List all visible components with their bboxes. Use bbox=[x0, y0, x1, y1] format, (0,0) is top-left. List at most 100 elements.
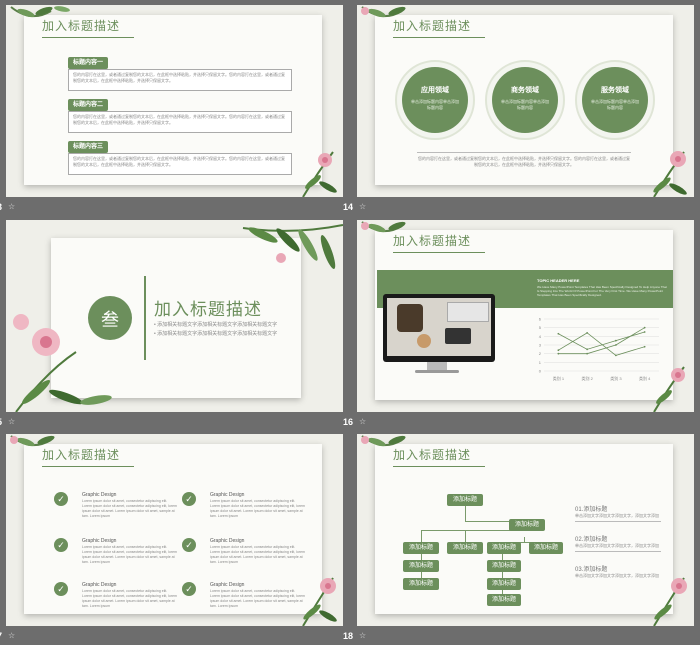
item-box: 您的内容打在这里，或者通过复制您的文本后，在此框中选择粘贴，并选择只保留文字。您… bbox=[68, 153, 292, 175]
item-box: 您的内容打在这里，或者通过复制您的文本后，在此框中选择粘贴，并选择只保留文字。您… bbox=[68, 111, 292, 133]
item-text: 您的内容打在这里，或者通过复制您的文本后，在此框中选择粘贴，并选择只保留文字。您… bbox=[73, 72, 285, 83]
flower-decoration bbox=[302, 151, 337, 197]
org-node: 添加标题 bbox=[403, 578, 439, 590]
x-tick-label: 类别 1 bbox=[553, 375, 565, 381]
org-node: 添加标题 bbox=[487, 542, 521, 554]
flower-decoration bbox=[653, 577, 687, 626]
list-item: 标题内容三 您的内容打在这里，或者通过复制您的文本后，在此框中选择粘贴，并选择只… bbox=[68, 139, 292, 181]
org-node: 添加标题 bbox=[529, 542, 563, 554]
item-box: 您的内容打在这里，或者通过复制您的文本后，在此框中选择粘贴，并选择只保留文字。您… bbox=[68, 69, 292, 91]
data-point bbox=[614, 344, 617, 346]
org-node: 添加标题 bbox=[487, 578, 521, 590]
data-point bbox=[643, 345, 646, 348]
data-point bbox=[586, 352, 589, 355]
check-icon: ✓ bbox=[54, 582, 68, 596]
data-point bbox=[557, 349, 560, 352]
circle-label: 商务领域 bbox=[511, 87, 539, 94]
item-label: 标题内容一 bbox=[68, 57, 108, 69]
data-point bbox=[557, 332, 560, 335]
org-node: 添加标题 bbox=[487, 560, 521, 572]
item-label: 标题内容三 bbox=[68, 141, 108, 153]
feature-text: Lorem ipsum dolor sit amet, consectetur … bbox=[82, 589, 177, 608]
y-tick-label: 1 bbox=[539, 360, 542, 365]
check-icon: ✓ bbox=[54, 538, 68, 552]
circle-frame: 服务领域 单击添加标题内容单击添加标题内容 bbox=[575, 60, 655, 140]
feature-label: Graphic Design bbox=[210, 582, 245, 588]
item-text: 您的内容打在这里，或者通过复制您的文本后，在此框中选择粘贴，并选择只保留文字。您… bbox=[73, 156, 285, 167]
circle-service: 服务领域 单击添加标题内容单击添加标题内容 bbox=[582, 67, 648, 133]
footnote: 您的内容打在这里，或者通过复制您的文本后，在此框中选择粘贴，并选择只保留文字。您… bbox=[418, 156, 630, 167]
data-point bbox=[643, 331, 646, 333]
check-icon: ✓ bbox=[182, 492, 196, 506]
leaf-decoration bbox=[242, 224, 343, 269]
vertical-divider bbox=[144, 276, 146, 360]
feature-label: Graphic Design bbox=[82, 538, 117, 544]
photo bbox=[387, 298, 491, 356]
flower-decoration bbox=[653, 151, 687, 197]
org-node: 添加标题 bbox=[487, 594, 521, 606]
circle-text: 单击添加标题内容单击添加标题内容 bbox=[411, 99, 459, 110]
org-node: 添加标题 bbox=[509, 519, 545, 531]
check-icon: ✓ bbox=[54, 492, 68, 506]
feature-label: Graphic Design bbox=[82, 492, 117, 498]
feature-item: ✓ Graphic Design Lorem ipsum dolor sit a… bbox=[182, 582, 305, 622]
monitor-stand bbox=[427, 362, 447, 370]
feature-text: Lorem ipsum dolor sit amet, consectetur … bbox=[210, 545, 305, 564]
y-tick-label: 2 bbox=[539, 351, 542, 356]
slide-title: 加入标题描述 bbox=[393, 17, 486, 38]
section-title: 加入标题描述 bbox=[154, 300, 262, 319]
point-item: 01.添加标题 单击添加文字添加文字添加文字，添加文字添加 bbox=[575, 504, 661, 534]
x-tick-label: 类别 3 bbox=[610, 375, 622, 381]
data-point bbox=[614, 339, 617, 342]
list-item: 标题内容二 您的内容打在这里，或者通过复制您的文本后，在此框中选择粘贴，并选择只… bbox=[68, 97, 292, 139]
item-text: 您的内容打在这里，或者通过复制您的文本后，在此框中选择粘贴，并选择只保留文字。您… bbox=[73, 114, 285, 125]
data-point bbox=[586, 348, 589, 351]
slide-title: 加入标题描述 bbox=[42, 446, 135, 467]
feature-label: Graphic Design bbox=[82, 582, 117, 588]
feature-item: ✓ Graphic Design Lorem ipsum dolor sit a… bbox=[54, 492, 177, 532]
feature-text: Lorem ipsum dolor sit amet, consectetur … bbox=[82, 545, 177, 564]
slide-title: 加入标题描述 bbox=[393, 446, 486, 467]
y-tick-label: 5 bbox=[539, 325, 542, 330]
circle-text: 单击添加标题内容单击添加标题内容 bbox=[591, 99, 639, 110]
data-point bbox=[614, 354, 617, 357]
item-label: 标题内容二 bbox=[68, 99, 108, 111]
y-tick-label: 4 bbox=[539, 334, 542, 339]
feature-item: ✓ Graphic Design Lorem ipsum dolor sit a… bbox=[182, 538, 305, 578]
y-tick-label: 6 bbox=[539, 317, 542, 322]
slide-title: 加入标题描述 bbox=[393, 232, 486, 253]
circle-frame: 应用领域 单击添加标题内容单击添加标题内容 bbox=[395, 60, 475, 140]
feature-label: Graphic Design bbox=[210, 492, 245, 498]
bullet-item: • 添加相关标题文字添加相关标题文字添加相关标题文字 bbox=[154, 322, 278, 328]
flower-decoration bbox=[653, 366, 685, 412]
data-point bbox=[557, 352, 560, 355]
circle-label: 服务领域 bbox=[601, 87, 629, 94]
circle-business: 商务领域 单击添加标题内容单击添加标题内容 bbox=[492, 67, 558, 133]
feature-item: ✓ Graphic Design Lorem ipsum dolor sit a… bbox=[182, 492, 305, 532]
feature-label: Graphic Design bbox=[210, 538, 245, 544]
list-item: 标题内容一 您的内容打在这里，或者通过复制您的文本后，在此框中选择粘贴，并选择只… bbox=[68, 55, 292, 97]
circle-label: 应用领域 bbox=[421, 87, 449, 94]
feature-item: ✓ Graphic Design Lorem ipsum dolor sit a… bbox=[54, 582, 177, 622]
org-node: 添加标题 bbox=[447, 542, 483, 554]
circle-text: 单击添加标题内容单击添加标题内容 bbox=[501, 99, 549, 110]
circle-frame: 商务领域 单击添加标题内容单击添加标题内容 bbox=[485, 60, 565, 140]
flower-decoration bbox=[13, 314, 112, 412]
data-point bbox=[643, 326, 646, 329]
header-text: We Have Many PowerPoint Templates That H… bbox=[537, 285, 667, 297]
check-icon: ✓ bbox=[182, 582, 196, 596]
org-node: 添加标题 bbox=[403, 560, 439, 572]
monitor-base bbox=[415, 370, 459, 373]
series-line-1 bbox=[558, 331, 645, 350]
feature-item: ✓ Graphic Design Lorem ipsum dolor sit a… bbox=[54, 538, 177, 578]
content-list: 标题内容一 您的内容打在这里，或者通过复制您的文本后，在此框中选择粘贴，并选择只… bbox=[68, 55, 292, 181]
check-icon: ✓ bbox=[182, 538, 196, 552]
flower-decoration bbox=[302, 577, 337, 626]
x-tick-label: 类别 2 bbox=[581, 375, 593, 381]
data-point bbox=[586, 331, 589, 334]
org-node-root: 添加标题 bbox=[447, 494, 483, 506]
header-title: TOPIC HEADER HERE bbox=[537, 278, 580, 283]
circle-application: 应用领域 单击添加标题内容单击添加标题内容 bbox=[402, 67, 468, 133]
divider bbox=[417, 152, 631, 153]
y-tick-label: 3 bbox=[539, 343, 542, 348]
